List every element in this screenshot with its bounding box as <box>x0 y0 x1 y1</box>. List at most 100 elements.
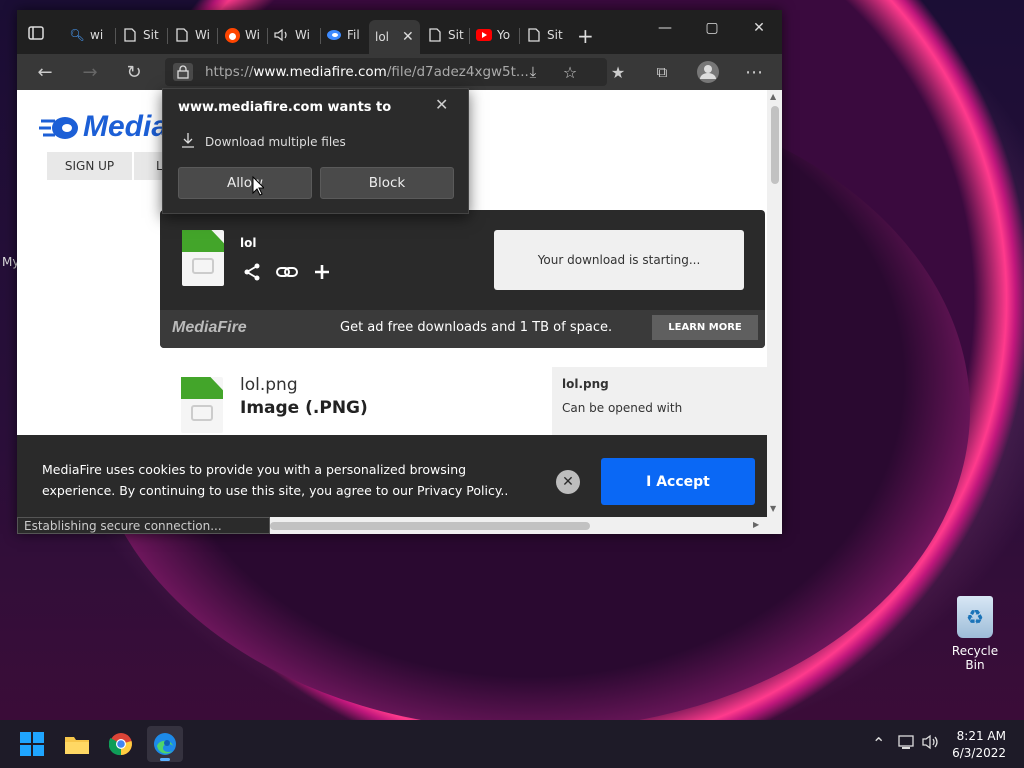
allow-button[interactable]: Allow <box>178 167 312 199</box>
close-window-button[interactable]: ✕ <box>739 20 779 36</box>
tab-label: wi <box>90 28 104 42</box>
vertical-scrollbar[interactable]: ▲ ▼ <box>767 90 782 517</box>
scroll-right-icon[interactable]: ▶ <box>753 520 759 529</box>
back-button[interactable]: ← <box>31 60 59 84</box>
banner-text: Get ad free downloads and 1 TB of space. <box>340 320 613 335</box>
clock-time: 8:21 AM <box>956 729 1006 743</box>
permission-item: Download multiple files <box>181 132 346 151</box>
horizontal-scrollbar[interactable]: ▶ <box>270 517 782 534</box>
url-path: /file/d7adez4xgw5t... <box>386 64 529 80</box>
taskbar-file-explorer[interactable] <box>59 726 95 762</box>
scroll-down-icon[interactable]: ▼ <box>770 504 776 513</box>
arrow-right-icon: → <box>82 61 98 83</box>
chrome-icon <box>109 733 132 756</box>
search-icon: 🔍︎ <box>69 28 85 42</box>
settings-more-button[interactable]: ⋯ <box>740 60 768 84</box>
tab-label: Wi <box>195 28 210 42</box>
learn-more-button[interactable]: LEARN MORE <box>652 315 758 340</box>
url-domain: www.mediafire.com <box>253 64 387 80</box>
plus-icon[interactable] <box>312 262 332 287</box>
file-name: lol.png <box>240 375 298 395</box>
cookie-banner: MediaFire uses cookies to provide you wi… <box>17 435 767 517</box>
status-bar: Establishing secure connection... <box>17 517 270 534</box>
tab-label: Wi <box>245 28 260 42</box>
clock[interactable]: 8:21 AM 6/3/2022 <box>948 728 1006 762</box>
horizontal-scroll-thumb[interactable] <box>270 522 590 530</box>
link-icon[interactable] <box>276 262 298 287</box>
cookie-close-button[interactable]: ✕ <box>556 470 580 494</box>
tab-site-3[interactable]: Sit <box>526 22 563 48</box>
mediafire-logo[interactable]: Media <box>39 110 168 144</box>
lock-icon[interactable] <box>173 63 193 81</box>
mouse-cursor-icon <box>252 176 264 196</box>
tab-youtube[interactable]: Yo <box>476 22 510 48</box>
start-button[interactable] <box>14 726 50 762</box>
tab-search[interactable]: 🔍︎ wi <box>69 22 103 48</box>
forward-button[interactable]: → <box>76 60 104 84</box>
tab-audio[interactable]: Wi <box>274 22 310 48</box>
signup-button[interactable]: SIGN UP <box>47 152 132 180</box>
volume-icon[interactable] <box>922 734 940 754</box>
close-icon: ✕ <box>435 95 449 114</box>
refresh-button[interactable]: ↻ <box>120 60 148 84</box>
file-info-text: Can be opened with <box>562 401 683 415</box>
popup-title: www.mediafire.com wants to <box>178 100 392 115</box>
speaker-icon <box>274 27 290 43</box>
download-file-name: lol <box>240 236 257 250</box>
file-explorer-icon <box>65 737 89 754</box>
maximize-icon: ▢ <box>705 20 719 36</box>
taskbar-chrome[interactable] <box>103 726 139 762</box>
page-icon <box>526 27 542 43</box>
minimize-icon: — <box>658 20 672 36</box>
logo-text: Media <box>83 110 169 143</box>
page-icon <box>427 27 443 43</box>
file-info-title: lol.png <box>562 377 609 391</box>
tab-reddit[interactable]: Wi <box>224 22 260 48</box>
taskbar: ⌃ 8:21 AM 6/3/2022 <box>0 720 1024 768</box>
permission-popup: www.mediafire.com wants to ✕ Download mu… <box>162 88 469 214</box>
tab-site-1[interactable]: Sit <box>122 22 159 48</box>
add-favorite-button[interactable]: ☆ <box>556 60 584 84</box>
recycle-bin[interactable]: ♻ Recycle Bin <box>944 596 1006 672</box>
url-text[interactable]: https://www.mediafire.com/file/d7adez4xg… <box>205 64 529 80</box>
block-button[interactable]: Block <box>320 167 454 199</box>
scroll-up-icon[interactable]: ▲ <box>770 92 776 101</box>
plus-icon: + <box>577 24 594 48</box>
download-icon: ⤓ <box>529 63 537 81</box>
tab-active-lol[interactable]: lol ✕ <box>369 20 420 54</box>
share-icon[interactable] <box>242 262 262 287</box>
tab-site-2[interactable]: Sit <box>427 22 464 48</box>
arrow-left-icon: ← <box>37 61 53 83</box>
star-plus-icon: ☆ <box>562 62 578 82</box>
edge-icon <box>154 733 176 755</box>
favorites-icon: ★ <box>610 62 626 82</box>
accept-cookies-button[interactable]: I Accept <box>601 458 755 505</box>
tab-label: Sit <box>547 28 563 42</box>
vertical-scroll-thumb[interactable] <box>771 106 779 184</box>
page-icon <box>174 27 190 43</box>
taskbar-edge[interactable] <box>147 726 183 762</box>
favorites-button[interactable]: ★ <box>604 60 632 84</box>
minimize-button[interactable]: — <box>645 20 685 36</box>
collections-button[interactable]: ⧉ <box>648 60 676 84</box>
tab-label: Wi <box>295 28 310 42</box>
tab-wiki-1[interactable]: Wi <box>174 22 210 48</box>
new-tab-button[interactable]: + <box>577 24 594 48</box>
tab-actions-button[interactable] <box>27 24 55 48</box>
tab-strip: 🔍︎ wi Sit Wi Wi Wi Fil lol ✕ Sit Yo Sit … <box>17 10 782 54</box>
network-icon[interactable] <box>898 734 916 754</box>
recycle-bin-label: Recycle Bin <box>951 644 999 672</box>
tab-label: Sit <box>448 28 464 42</box>
chevron-up-icon: ⌃ <box>872 734 886 753</box>
page-icon <box>122 27 138 43</box>
tab-mediafire[interactable]: Fil <box>326 22 360 48</box>
login-button[interactable]: L <box>134 152 164 180</box>
profile-button[interactable] <box>694 60 722 84</box>
mediafire-logo-icon <box>39 117 78 140</box>
download-indicator[interactable]: ⤓ <box>519 60 547 84</box>
maximize-button[interactable]: ▢ <box>692 20 732 36</box>
show-hidden-icons-button[interactable]: ⌃ <box>872 734 885 753</box>
popup-close-button[interactable]: ✕ <box>435 95 448 114</box>
tab-close-icon[interactable]: ✕ <box>402 29 414 45</box>
tab-label: Yo <box>497 28 511 42</box>
